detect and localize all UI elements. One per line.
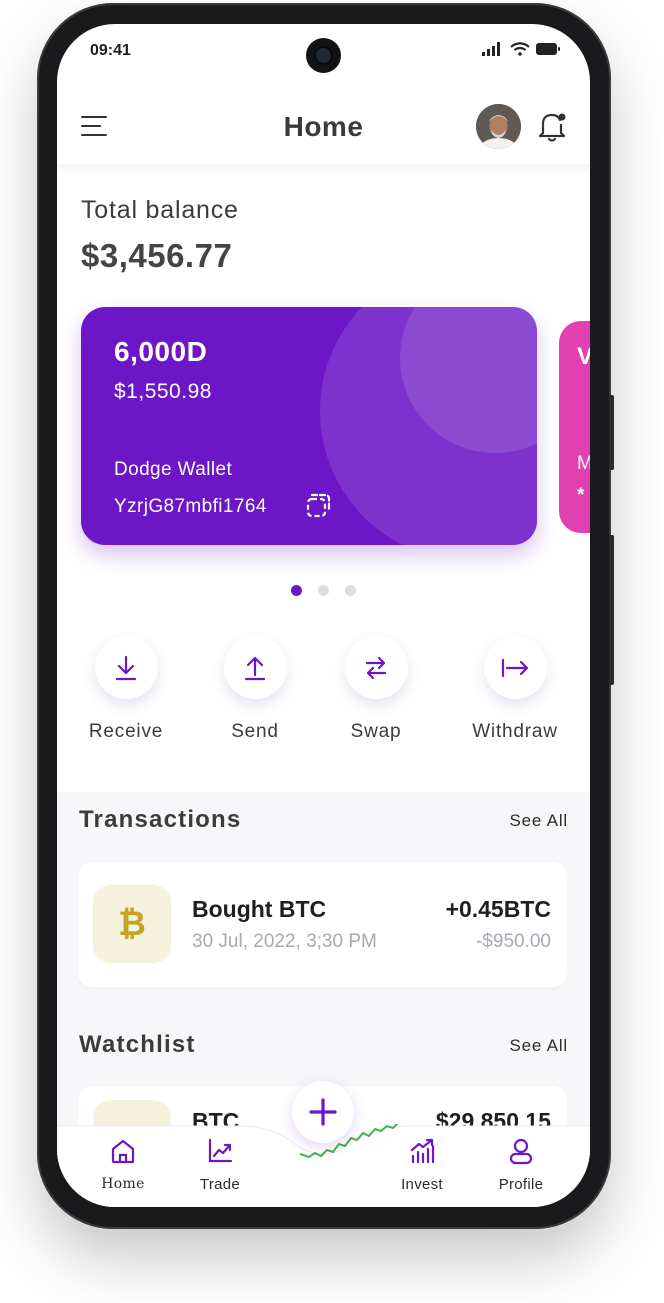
- nav-trade-label: Trade: [199, 1176, 241, 1193]
- power-button: [609, 535, 614, 685]
- transactions-title: Transactions: [79, 806, 242, 833]
- nav-trade[interactable]: Trade: [175, 1137, 265, 1193]
- withdraw-icon: [501, 658, 529, 677]
- watchlist-see-all-link[interactable]: See All: [509, 1036, 568, 1056]
- copy-icon: [306, 493, 331, 518]
- wallet-fiat-value: $1,550.98: [114, 380, 212, 403]
- status-time: 09:41: [90, 42, 131, 59]
- pager-dot-active[interactable]: [291, 585, 302, 596]
- next-card-address: *: [577, 485, 585, 506]
- swap-button[interactable]: Swap: [316, 636, 436, 743]
- nav-profile[interactable]: Profile: [476, 1137, 566, 1193]
- app-header: Home: [57, 94, 590, 164]
- nav-profile-label: Profile: [498, 1176, 544, 1193]
- avatar[interactable]: [476, 104, 521, 149]
- avatar-photo: [476, 104, 521, 149]
- quick-actions: Receive Send Swap Withdraw: [57, 636, 590, 746]
- swap-circle: [344, 636, 408, 699]
- header-divider: [57, 164, 590, 176]
- copy-address-button[interactable]: [305, 491, 333, 519]
- battery-icon: [536, 43, 560, 55]
- receive-circle: [94, 636, 158, 699]
- next-card-amount: V: [577, 343, 590, 370]
- total-balance-value: $3,456.77: [81, 237, 233, 274]
- wallet-amount: 6,000D: [114, 336, 208, 367]
- phone-screen: 09:41 Home Total balance $3,456.77 6,000…: [57, 24, 590, 1207]
- withdraw-circle: [483, 636, 547, 699]
- receive-button[interactable]: Receive: [66, 636, 186, 743]
- send-button[interactable]: Send: [195, 636, 315, 743]
- nav-invest-label: Invest: [401, 1176, 443, 1193]
- wallet-name: Dodge Wallet: [114, 459, 233, 480]
- transactions-see-all-link[interactable]: See All: [509, 811, 568, 831]
- profile-icon: [509, 1138, 533, 1165]
- send-label: Send: [231, 721, 279, 742]
- home-icon: [111, 1139, 135, 1164]
- invest-icon: [410, 1138, 435, 1164]
- wifi-icon: [510, 42, 530, 56]
- receive-label: Receive: [88, 721, 164, 742]
- nav-home-label: Home: [101, 1176, 145, 1192]
- bitcoin-icon: ₿: [118, 904, 146, 943]
- withdraw-button[interactable]: Withdraw: [455, 636, 575, 743]
- add-button[interactable]: [292, 1081, 354, 1143]
- swap-icon: [365, 656, 387, 679]
- wallet-card[interactable]: 6,000D $1,550.98 Dodge Wallet YzrjG87mbf…: [81, 307, 537, 545]
- transaction-title: Bought BTC: [192, 896, 327, 922]
- volume-button: [609, 395, 614, 470]
- nav-invest[interactable]: Invest: [377, 1137, 467, 1193]
- transaction-fiat: -$950.00: [475, 931, 551, 952]
- transaction-amount: +0.45BTC: [445, 896, 551, 922]
- wallet-address: YzrjG87mbfi1764: [114, 496, 267, 517]
- chart-icon: [208, 1138, 233, 1163]
- wallet-card-next[interactable]: V M *: [559, 321, 590, 533]
- next-card-name: M: [577, 453, 590, 474]
- transaction-row[interactable]: ₿ Bought BTC 30 Jul, 2022, 3;30 PM +0.45…: [78, 862, 567, 987]
- total-balance-label: Total balance: [81, 196, 239, 224]
- upload-icon: [244, 656, 266, 680]
- bitcoin-tile: ₿: [93, 885, 171, 963]
- send-circle: [223, 636, 287, 699]
- notifications-button[interactable]: [538, 109, 568, 143]
- transaction-date: 30 Jul, 2022, 3;30 PM: [192, 931, 377, 952]
- plus-icon: [309, 1098, 337, 1126]
- bell-icon: [538, 113, 566, 142]
- status-icons: [482, 42, 560, 56]
- download-icon: [115, 655, 137, 680]
- swap-label: Swap: [350, 721, 402, 742]
- signal-icon: [482, 42, 500, 56]
- pager-dot[interactable]: [345, 585, 356, 596]
- nav-home[interactable]: Home: [78, 1137, 168, 1192]
- card-pager: [57, 585, 590, 596]
- withdraw-label: Withdraw: [472, 721, 558, 742]
- front-camera: [306, 38, 341, 73]
- pager-dot[interactable]: [318, 585, 329, 596]
- watchlist-title: Watchlist: [79, 1031, 196, 1058]
